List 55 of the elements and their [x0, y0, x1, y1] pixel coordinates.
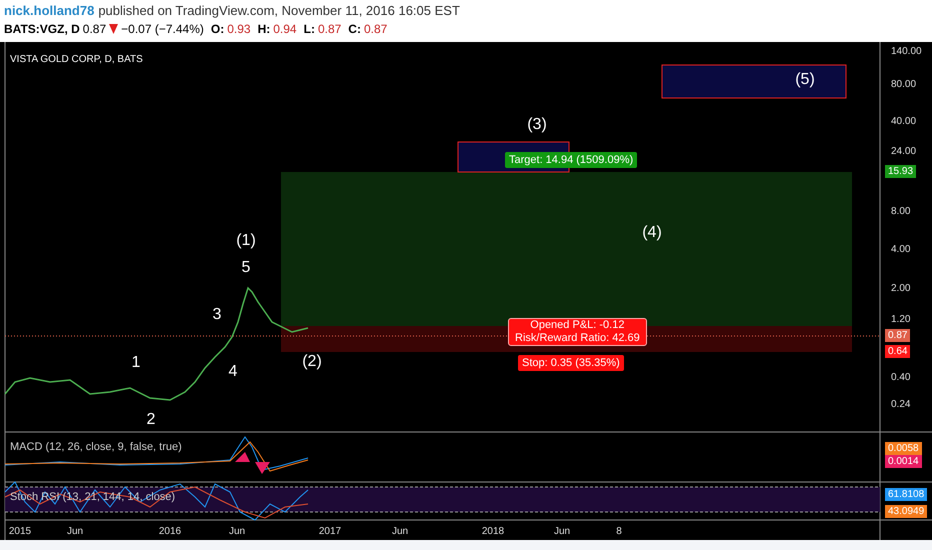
ohlc-value: 0.93	[227, 21, 251, 38]
price-axis-label: 140.00	[891, 46, 922, 58]
indicator-value-badge: 43.0949	[885, 505, 928, 518]
target-label: Target: 14.94 (1509.09%)	[505, 152, 638, 168]
price-axis-label: 0.40	[891, 372, 910, 384]
price-change: −0.07 (−7.44%)	[121, 21, 204, 38]
price-axis-label: 8.00	[891, 206, 910, 218]
time-axis-label: Jun	[392, 526, 408, 538]
wave-label: 3	[212, 306, 222, 324]
ohlc-value: 0.94	[273, 21, 297, 38]
ohlc-value: 0.87	[318, 21, 342, 38]
ohlc-label: C:	[348, 21, 361, 38]
indicator-value-badge: 61.8108	[885, 488, 928, 501]
risk-reward-text: Risk/Reward Ratio: 42.69	[515, 332, 640, 345]
indicator-value-badge: 0.0058	[885, 442, 922, 455]
ohlc-value: 0.87	[364, 21, 388, 38]
price-axis-label: 80.00	[891, 79, 916, 91]
wave-label: (4)	[642, 224, 662, 242]
price-axis-label: 0.24	[891, 399, 910, 411]
ohlc-label: L:	[304, 21, 315, 38]
price-axis-label: 1.20	[891, 314, 910, 326]
time-axis-label: 2017	[318, 526, 342, 538]
price-badge: 15.93	[885, 165, 916, 178]
time-axis-label: 2016	[158, 526, 182, 538]
indicator-value-badge: 0.0014	[885, 455, 922, 468]
price-axis-label: 24.00	[891, 146, 916, 158]
ohlc-label: H:	[258, 21, 270, 38]
wave-label: 1	[132, 354, 140, 372]
author-link[interactable]: nick.holland78	[4, 2, 94, 20]
price-badge: 0.64	[885, 345, 910, 358]
time-axis-label: Jun	[554, 526, 570, 538]
chart-title: VISTA GOLD CORP, D, BATS	[10, 54, 143, 66]
ohlc-label: O:	[210, 21, 224, 38]
symbol-name: BATS:VGZ, D	[4, 21, 80, 38]
time-axis-label: Jun	[228, 526, 246, 538]
price-badge: 0.87	[885, 329, 910, 342]
wave-label: (5)	[795, 71, 815, 89]
published-text: published on TradingView.com, November 11, 2016 16:05 EST	[98, 2, 460, 20]
indicator-label: MACD (12, 26, close, 9, false, true)	[10, 441, 182, 454]
time-axis-label: 2015	[8, 526, 32, 538]
time-axis-label: Jun	[66, 526, 84, 538]
time-axis-label: 2018	[482, 526, 504, 538]
wave-label: 2	[146, 411, 156, 429]
wave-label: 5	[242, 259, 250, 277]
time-axis-label: 8	[616, 526, 622, 538]
price-axis-label: 4.00	[891, 244, 910, 256]
wave-label: (2)	[302, 353, 322, 371]
wave-label: (1)	[236, 232, 256, 250]
price-axis-label: 2.00	[891, 283, 910, 295]
opened-pnl-text: Opened P&L: -0.12	[530, 319, 624, 332]
wave-label: (3)	[527, 116, 547, 134]
wave-label: 4	[228, 363, 238, 381]
stop-label: Stop: 0.35 (35.35%)	[518, 355, 624, 371]
price-axis-label: 40.00	[891, 116, 916, 128]
last-price: 0.87	[82, 21, 106, 38]
